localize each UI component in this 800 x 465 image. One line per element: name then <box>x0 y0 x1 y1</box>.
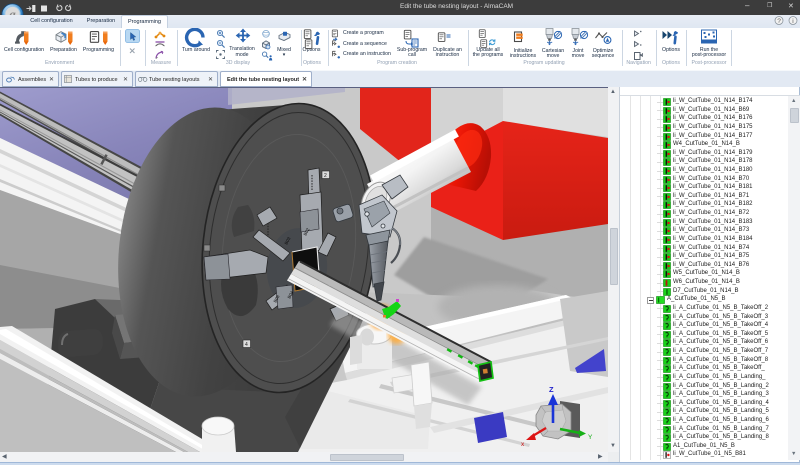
svg-text:4: 4 <box>245 342 248 348</box>
svg-text:?: ? <box>777 18 781 25</box>
svg-text:i: i <box>792 18 793 25</box>
svg-text:2: 2 <box>324 173 327 179</box>
svg-text:Z: Z <box>549 385 554 394</box>
svg-text:Y: Y <box>588 434 593 441</box>
